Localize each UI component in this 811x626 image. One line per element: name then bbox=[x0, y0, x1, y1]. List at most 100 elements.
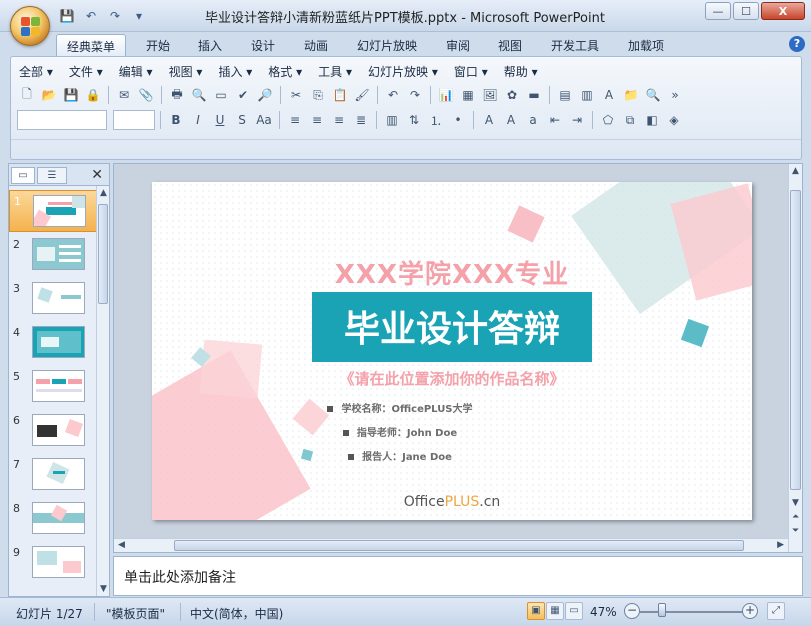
close-pane-icon[interactable]: ✕ bbox=[91, 167, 103, 183]
font-name-combo[interactable] bbox=[17, 110, 107, 130]
arrange-icon[interactable]: ⧉ bbox=[620, 110, 640, 130]
outline-tab-icon[interactable]: ☰ bbox=[37, 167, 67, 184]
undo-icon[interactable]: ↶ bbox=[82, 8, 100, 24]
slide-sorter-icon[interactable]: ▦ bbox=[546, 602, 564, 620]
notes-placeholder[interactable]: 单击此处添加备注 bbox=[124, 567, 236, 587]
attach-icon[interactable]: 📎 bbox=[136, 85, 156, 105]
fit-to-window-icon[interactable]: ⤢ bbox=[767, 602, 785, 620]
picture-icon[interactable]: 🖼 bbox=[480, 85, 500, 105]
bold-icon[interactable]: B bbox=[166, 110, 186, 130]
tab-home[interactable]: 开始 bbox=[136, 34, 180, 56]
print-preview-icon[interactable]: 🔍 bbox=[189, 85, 209, 105]
menu-edit[interactable]: 编辑 ▾ bbox=[119, 63, 153, 81]
tab-addins[interactable]: 加载项 bbox=[618, 34, 674, 56]
scroll-down-icon[interactable]: ▼ bbox=[100, 584, 107, 594]
scroll-left-icon[interactable]: ◀ bbox=[118, 540, 125, 550]
customize-qat-icon[interactable]: ▾ bbox=[130, 8, 148, 24]
chart-icon[interactable]: 📊 bbox=[436, 85, 456, 105]
zoom-in-icon[interactable]: + bbox=[742, 603, 758, 619]
scroll-thumb[interactable] bbox=[790, 190, 801, 490]
slide-vertical-scrollbar[interactable]: ▲ ▼ ⏶ ⏷ bbox=[788, 164, 802, 552]
thumbnail-9[interactable]: 9 bbox=[9, 542, 97, 584]
zoom-level[interactable]: 47% bbox=[590, 605, 617, 619]
tab-slideshow[interactable]: 幻灯片放映 bbox=[347, 34, 427, 56]
slides-tab-icon[interactable]: ▭ bbox=[11, 167, 35, 184]
font-size-combo[interactable] bbox=[113, 110, 155, 130]
menu-file[interactable]: 文件 ▾ bbox=[69, 63, 103, 81]
fill-icon[interactable]: ◈ bbox=[664, 110, 684, 130]
thumbnail-5[interactable]: 5 bbox=[9, 366, 97, 408]
thumbnail-scrollbar[interactable]: ▲ ▼ bbox=[96, 186, 109, 596]
open-icon[interactable]: 📂 bbox=[39, 85, 59, 105]
change-case-icon[interactable]: Aa bbox=[254, 110, 274, 130]
align-center-icon[interactable]: ≡ bbox=[307, 110, 327, 130]
permission-icon[interactable]: 🔒 bbox=[83, 85, 103, 105]
spelling-icon[interactable]: ✔ bbox=[233, 85, 253, 105]
theme-name[interactable]: "模板页面" bbox=[106, 605, 165, 622]
text-direction-icon[interactable]: ⇅ bbox=[404, 110, 424, 130]
tab-animations[interactable]: 动画 bbox=[294, 34, 338, 56]
previous-slide-icon[interactable]: ⏶ bbox=[792, 512, 799, 522]
clipart-icon[interactable]: ✿ bbox=[502, 85, 522, 105]
columns-icon[interactable]: ▥ bbox=[382, 110, 402, 130]
tab-classic-menu[interactable]: 经典菜单 bbox=[56, 34, 127, 56]
grow-font-icon[interactable]: A bbox=[501, 110, 521, 130]
tab-review[interactable]: 审阅 bbox=[436, 34, 480, 56]
thumbnail-8[interactable]: 8 bbox=[9, 498, 97, 540]
zoom-out-icon[interactable]: − bbox=[624, 603, 640, 619]
thumbnail-1[interactable]: 1 bbox=[9, 190, 97, 232]
slide-horizontal-scrollbar[interactable]: ◀ ▶ bbox=[114, 538, 788, 552]
shapes-icon[interactable]: ⬠ bbox=[598, 110, 618, 130]
menu-all[interactable]: 全部 ▾ bbox=[19, 63, 53, 81]
notes-pane[interactable]: 单击此处添加备注 bbox=[113, 556, 803, 596]
advisor-line[interactable]: 指导老师：John Doe bbox=[152, 424, 700, 439]
minimize-button[interactable]: — bbox=[705, 2, 731, 20]
menu-format[interactable]: 格式 ▾ bbox=[268, 63, 302, 81]
numbering-icon[interactable]: ⒈ bbox=[426, 110, 446, 130]
slide-subtitle[interactable]: XXX学院XXX专业 bbox=[152, 254, 752, 291]
italic-icon[interactable]: I bbox=[188, 110, 208, 130]
increase-indent-icon[interactable]: ⇥ bbox=[567, 110, 587, 130]
close-button[interactable]: X bbox=[761, 2, 805, 20]
justify-icon[interactable]: ≣ bbox=[351, 110, 371, 130]
table-icon[interactable]: ▦ bbox=[458, 85, 478, 105]
menu-insert[interactable]: 插入 ▾ bbox=[218, 63, 252, 81]
shrink-font-icon[interactable]: a bbox=[523, 110, 543, 130]
zoom-icon[interactable]: 🔍 bbox=[643, 85, 663, 105]
normal-view-icon[interactable]: ▣ bbox=[527, 602, 545, 620]
save-icon[interactable]: 💾 bbox=[61, 85, 81, 105]
slide-title[interactable]: 毕业设计答辩 bbox=[312, 300, 592, 352]
menu-slideshow[interactable]: 幻灯片放映 ▾ bbox=[368, 63, 438, 81]
maximize-button[interactable]: ☐ bbox=[733, 2, 759, 20]
folder-icon[interactable]: 📁 bbox=[621, 85, 641, 105]
thumbnail-7[interactable]: 7 bbox=[9, 454, 97, 496]
school-name-line[interactable]: 学校名称：OfficePLUS大学 bbox=[152, 400, 700, 415]
quick-styles-icon[interactable]: ◧ bbox=[642, 110, 662, 130]
cut-icon[interactable]: ✂ bbox=[286, 85, 306, 105]
scroll-thumb[interactable] bbox=[174, 540, 744, 551]
scroll-up-icon[interactable]: ▲ bbox=[792, 166, 799, 176]
tab-insert[interactable]: 插入 bbox=[188, 34, 232, 56]
next-slide-icon[interactable]: ⏷ bbox=[792, 526, 799, 536]
font-color-icon[interactable]: A bbox=[479, 110, 499, 130]
align-right-icon[interactable]: ≡ bbox=[329, 110, 349, 130]
undo-icon[interactable]: ↶ bbox=[383, 85, 403, 105]
scroll-down-icon[interactable]: ▼ bbox=[792, 498, 799, 508]
menu-view[interactable]: 视图 ▾ bbox=[169, 63, 203, 81]
email-icon[interactable]: ✉ bbox=[114, 85, 134, 105]
copy-icon[interactable]: ⎘ bbox=[308, 85, 328, 105]
menu-help[interactable]: 帮助 ▾ bbox=[504, 63, 538, 81]
thumbnail-3[interactable]: 3 bbox=[9, 278, 97, 320]
underline-icon[interactable]: U bbox=[210, 110, 230, 130]
save-icon[interactable]: 💾 bbox=[58, 8, 76, 24]
page-setup-icon[interactable]: ▭ bbox=[211, 85, 231, 105]
language-indicator[interactable]: 中文(简体，中国) bbox=[190, 605, 283, 622]
align-left-icon[interactable]: ≡ bbox=[285, 110, 305, 130]
zoom-slider-thumb[interactable] bbox=[658, 603, 666, 617]
layout-icon[interactable]: ▥ bbox=[577, 85, 597, 105]
line-style-icon[interactable]: ▬ bbox=[524, 85, 544, 105]
work-name-placeholder[interactable]: 《请在此位置添加你的作品名称》 bbox=[152, 368, 752, 389]
more-icon[interactable]: » bbox=[665, 85, 685, 105]
format-painter-icon[interactable]: 🖌 bbox=[352, 85, 372, 105]
shadow-icon[interactable]: S bbox=[232, 110, 252, 130]
